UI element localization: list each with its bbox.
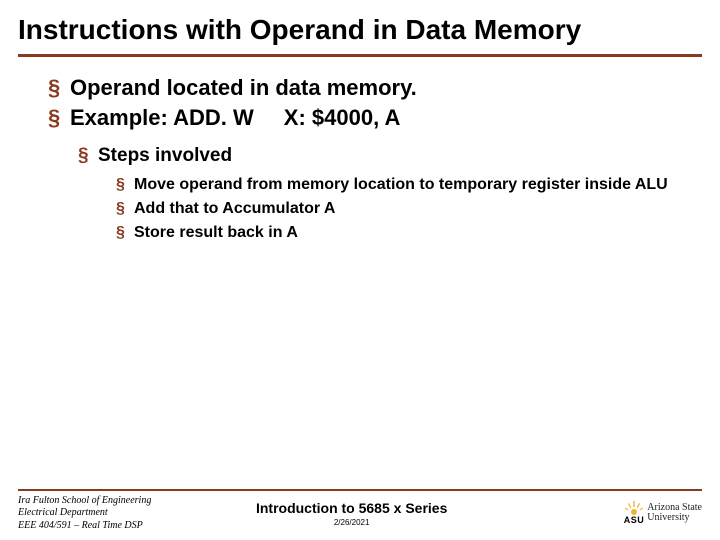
footer-center-block: Introduction to 5685 x Series 2/26/2021	[151, 500, 552, 527]
asu-mark: ASU	[624, 501, 645, 525]
bullet-text: Store result back in A	[134, 224, 298, 241]
footer-subtitle: Introduction to 5685 x Series	[151, 500, 552, 516]
bullet-level3: §Move operand from memory location to te…	[40, 175, 692, 195]
asu-sunburst-icon	[625, 501, 643, 515]
asu-name-line2: University	[647, 513, 702, 524]
bullet-text: Steps involved	[98, 145, 232, 166]
asu-university-name: Arizona State University	[647, 503, 702, 524]
slide-title: Instructions with Operand in Data Memory	[18, 10, 702, 52]
bullet-level1: §Example: ADD. W X: $4000, A	[40, 105, 692, 131]
slide-content: §Operand located in data memory. §Exampl…	[18, 57, 702, 243]
square-bullet-icon: §	[48, 105, 70, 131]
bullet-level3: §Add that to Accumulator A	[40, 199, 692, 219]
square-bullet-icon: §	[78, 145, 98, 167]
footer-row: Ira Fulton School of Engineering Electri…	[18, 495, 702, 533]
bullet-level2: §Steps involved	[40, 145, 692, 167]
bullet-text: Move operand from memory location to tem…	[134, 176, 668, 193]
square-bullet-icon: §	[116, 223, 134, 243]
square-bullet-icon: §	[116, 199, 134, 219]
footer-date: 2/26/2021	[151, 518, 552, 527]
square-bullet-icon: §	[116, 175, 134, 195]
footer-course: EEE 404/591 – Real Time DSP	[18, 520, 151, 533]
bullet-text: Operand located in data memory.	[70, 75, 417, 100]
bullet-text-prefix: Example: ADD. W	[70, 105, 254, 130]
footer-left-block: Ira Fulton School of Engineering Electri…	[18, 495, 151, 533]
slide-footer: Ira Fulton School of Engineering Electri…	[0, 489, 720, 532]
bullet-level1: §Operand located in data memory.	[40, 75, 692, 101]
footer-dept: Electrical Department	[18, 507, 151, 520]
bullet-text-suffix: X: $4000, A	[284, 105, 401, 130]
footer-divider	[18, 489, 702, 491]
square-bullet-icon: §	[48, 75, 70, 101]
footer-right-block: ASU Arizona State University	[552, 501, 702, 525]
bullet-level3: §Store result back in A	[40, 223, 692, 243]
asu-logo: ASU Arizona State University	[624, 501, 702, 525]
asu-abbrev: ASU	[624, 515, 645, 525]
footer-school: Ira Fulton School of Engineering	[18, 495, 151, 508]
bullet-text: Add that to Accumulator A	[134, 200, 335, 217]
